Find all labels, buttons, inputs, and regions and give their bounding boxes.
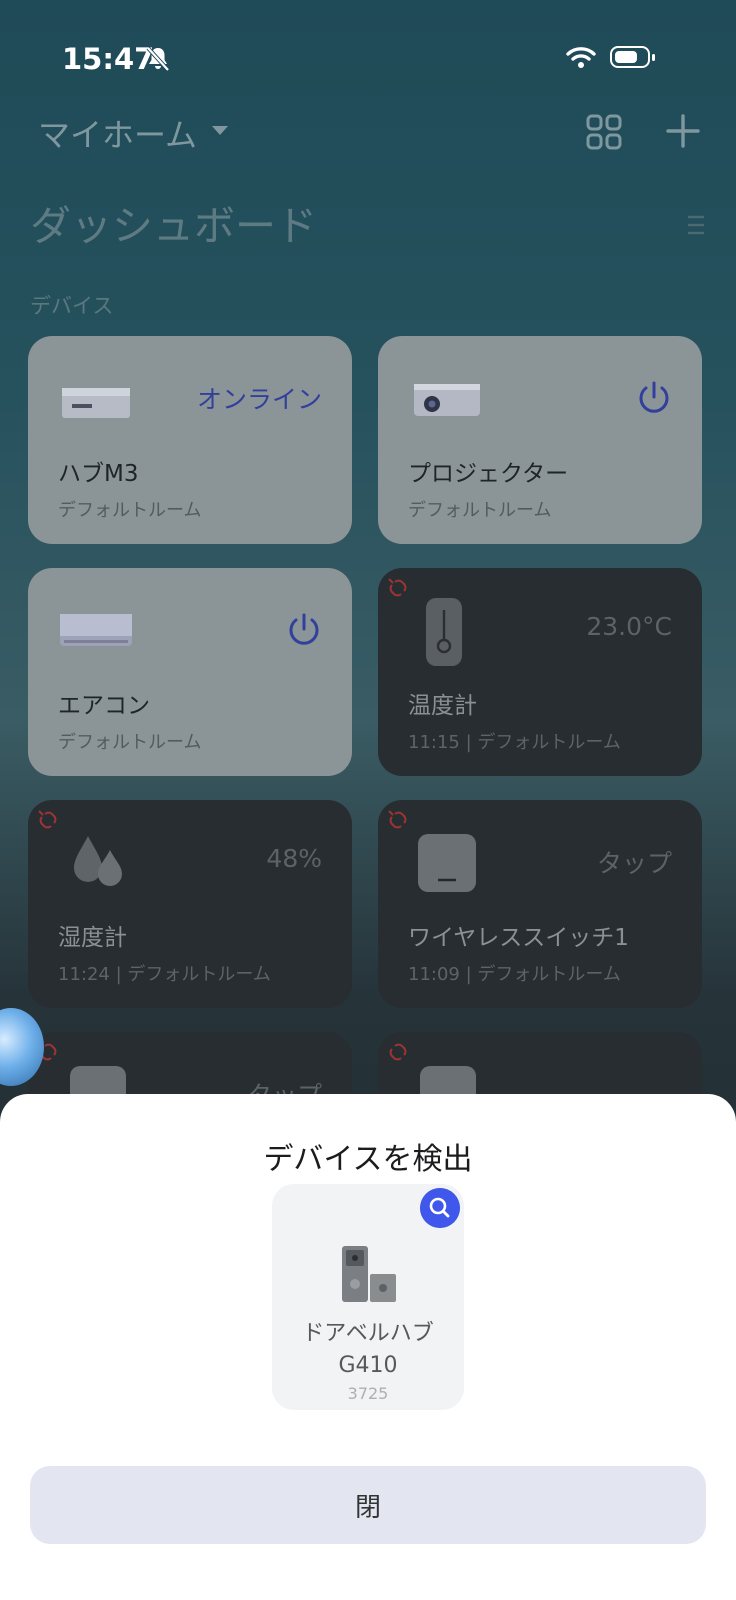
thermometer-icon: [426, 598, 462, 666]
device-card-wireless-switch[interactable]: タップ ワイヤレススイッチ1 11:09 | デフォルトルーム: [378, 800, 702, 1008]
device-card-projector[interactable]: プロジェクター デフォルトルーム: [378, 336, 702, 544]
device-name: 湿度計: [58, 925, 127, 951]
device-room: 11:09 | デフォルトルーム: [408, 964, 621, 985]
dashboard-screen: 15:47 マイホーム ダッシュボード デバイス オンライン ハブM3 デフォル…: [0, 0, 736, 1600]
link-broken-icon: [388, 810, 407, 829]
battery-icon: [610, 46, 655, 68]
air-conditioner-icon: [60, 614, 132, 646]
power-icon[interactable]: [286, 612, 322, 648]
device-name-line1: ドアベルハブ: [302, 1321, 434, 1346]
device-name: プロジェクター: [408, 461, 569, 487]
device-room: デフォルトルーム: [58, 500, 202, 521]
status-bar: 15:47: [0, 40, 736, 80]
device-code: 3725: [347, 1384, 389, 1403]
device-name-line2: G410: [338, 1353, 398, 1378]
device-name: ワイヤレススイッチ1: [408, 925, 629, 951]
device-card-hub[interactable]: オンライン ハブM3 デフォルトルーム: [28, 336, 352, 544]
bell-muted-icon: [146, 46, 170, 72]
link-broken-icon: [388, 578, 407, 597]
power-icon[interactable]: [636, 380, 672, 416]
humidity-value: 48%: [266, 844, 322, 873]
status-time: 15:47: [62, 42, 155, 76]
wireless-switch-icon: [418, 834, 476, 892]
device-room: 11:24 | デフォルトルーム: [58, 964, 271, 985]
device-name: エアコン: [58, 693, 150, 719]
page-title: ダッシュボード: [30, 202, 317, 250]
search-icon: [420, 1188, 460, 1228]
online-status: オンライン: [196, 385, 322, 414]
home-selector[interactable]: マイホーム: [38, 110, 197, 156]
plus-icon[interactable]: [666, 114, 700, 148]
device-name: 温度計: [408, 693, 477, 719]
section-label: デバイス: [30, 294, 114, 318]
grid-view-icon[interactable]: [586, 114, 622, 150]
list-menu-icon[interactable]: [686, 214, 706, 236]
device-room: 11:15 | デフォルトルーム: [408, 732, 621, 753]
sheet-title: デバイスを検出: [263, 1142, 473, 1177]
humidity-drops-icon: [74, 836, 122, 886]
chevron-down-icon[interactable]: [212, 126, 228, 135]
device-card-hygrometer[interactable]: 48% 湿度計 11:24 | デフォルトルーム: [28, 800, 352, 1008]
found-device-card[interactable]: ドアベルハブ G410 3725: [272, 1184, 464, 1410]
projector-icon: [414, 384, 480, 416]
device-card-thermometer[interactable]: 23.0°C 温度計 11:15 | デフォルトルーム: [378, 568, 702, 776]
hub-device-icon: [62, 388, 130, 418]
device-name: ハブM3: [58, 461, 139, 487]
wifi-icon: [566, 47, 596, 68]
device-room: デフォルトルーム: [58, 732, 202, 753]
close-button[interactable]: 閉: [30, 1466, 706, 1544]
discover-device-sheet: デバイスを検出 ドアベルハブ G410 3725 閉: [0, 1094, 736, 1600]
link-broken-icon: [389, 1043, 407, 1061]
device-room: デフォルトルーム: [408, 500, 552, 521]
device-card-aircon[interactable]: エアコン デフォルトルーム: [28, 568, 352, 776]
doorbell-hub-icon: [342, 1246, 396, 1302]
found-device-name: ドアベルハブ G410: [272, 1318, 464, 1382]
temperature-value: 23.0°C: [586, 612, 672, 641]
link-broken-icon: [38, 810, 57, 829]
switch-action: タップ: [596, 849, 672, 878]
